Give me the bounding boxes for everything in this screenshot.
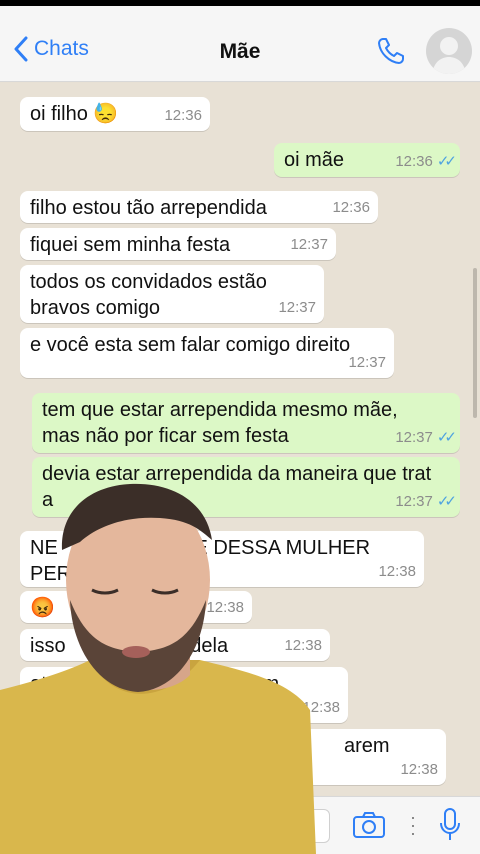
- scrollbar[interactable]: [473, 268, 477, 418]
- message-time: 12:36: [332, 199, 370, 216]
- camera-icon[interactable]: [352, 811, 386, 844]
- message-outgoing[interactable]: oi mãe 12:36 ✓✓: [274, 143, 460, 177]
- message-outgoing[interactable]: tem que estar arrependida mesmo mãe, mas…: [32, 393, 460, 453]
- message-incoming[interactable]: filho estou tão arrependida 12:36: [20, 191, 378, 223]
- more-dots-icon[interactable]: · · ·: [410, 808, 416, 842]
- message-time: 12:37: [395, 429, 433, 446]
- message-incoming[interactable]: e você esta sem falar comigo direito 12:…: [20, 328, 394, 378]
- message-time: 12:38: [378, 563, 416, 580]
- read-ticks-icon: ✓✓: [436, 153, 457, 170]
- message-time: 12:38: [400, 761, 438, 778]
- message-time: 12:37: [348, 354, 386, 371]
- contact-name[interactable]: Mãe: [0, 40, 480, 64]
- message-time: 12:36: [164, 107, 202, 124]
- message-incoming[interactable]: oi filho 😓 12:36: [20, 97, 210, 131]
- phone-icon[interactable]: [376, 36, 406, 71]
- message-time: 12:37: [395, 493, 433, 510]
- message-time: 12:36: [395, 153, 433, 170]
- message-time: 12:37: [290, 236, 328, 253]
- avatar[interactable]: [426, 28, 472, 74]
- message-time: 12:37: [278, 299, 316, 316]
- message-incoming[interactable]: fiquei sem minha festa 12:37: [20, 228, 336, 260]
- read-ticks-icon: ✓✓: [436, 429, 457, 446]
- message-incoming[interactable]: todos os convidados estão bravos comigo …: [20, 265, 324, 323]
- person-overlay: [0, 483, 316, 854]
- microphone-icon[interactable]: [438, 807, 462, 848]
- avatar-icon: [432, 37, 466, 74]
- read-ticks-icon: ✓✓: [436, 493, 457, 510]
- chat-header: Chats Mãe: [0, 6, 480, 82]
